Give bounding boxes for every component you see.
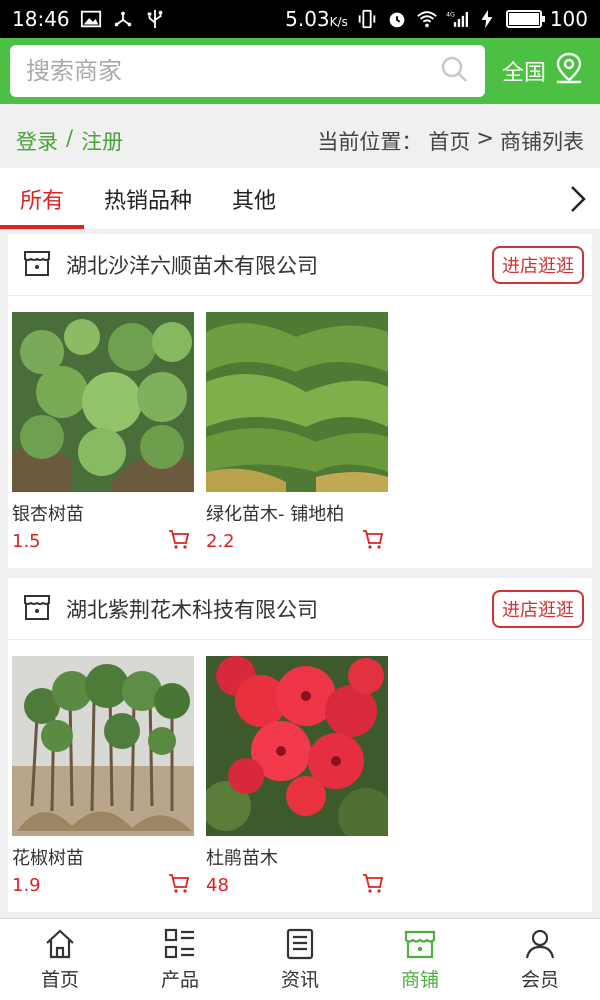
product-grid: 花椒树苗 1.9 杜鹃苗木 48 [8, 640, 592, 912]
breadcrumb-row: 登录 / 注册 当前位置： 首页 > 商铺列表 [0, 114, 600, 168]
product-image-ginkgo[interactable] [12, 312, 194, 492]
nav-products-label: 产品 [160, 969, 199, 991]
status-bar: 18:46 5.03K/s 4G 100 [0, 0, 600, 38]
nav-shops[interactable]: 商铺 [360, 919, 480, 1000]
search-header: 全国 [0, 38, 600, 104]
auth-links: 登录 / 注册 [16, 126, 123, 156]
list-icon [164, 928, 194, 959]
share-network-icon [112, 8, 134, 30]
breadcrumb: 当前位置： 首页 > 商铺列表 [317, 126, 584, 156]
nav-shops-label: 商铺 [400, 969, 439, 991]
product-price: 1.5 [12, 530, 41, 552]
shop-name[interactable]: 湖北紫荆花木科技有限公司 [66, 594, 318, 624]
battery-icon [505, 10, 545, 28]
nav-member-label: 会员 [520, 969, 559, 991]
enter-shop-button[interactable]: 进店逛逛 [492, 245, 584, 284]
cart-icon[interactable] [168, 872, 190, 898]
product-card[interactable]: 花椒树苗 1.9 [12, 656, 194, 898]
signal-icon: 4G [446, 8, 468, 30]
cart-icon[interactable] [362, 528, 384, 554]
search-icon[interactable] [439, 54, 469, 88]
enter-shop-button[interactable]: 进店逛逛 [492, 589, 584, 628]
breadcrumb-arrow: > [476, 126, 494, 150]
product-name: 绿化苗木- 铺地柏 [206, 504, 345, 525]
nav-products[interactable]: 产品 [120, 919, 240, 1000]
breadcrumb-home[interactable]: 首页 [428, 126, 470, 156]
product-card[interactable]: 绿化苗木- 铺地柏 2.2 [206, 312, 388, 554]
nav-news[interactable]: 资讯 [240, 919, 360, 1000]
nav-home-label: 首页 [40, 969, 79, 991]
store-icon [22, 592, 52, 626]
network-speed: 5.03K/s [285, 7, 348, 31]
vibrate-icon [356, 8, 378, 30]
tabs-next-button[interactable] [556, 168, 600, 229]
shop-list: 湖北沙洋六顺苗木有限公司 进店逛逛 银杏树苗 1.5 绿化苗木- 铺地柏 2.2… [8, 234, 592, 922]
breadcrumb-current: 商铺列表 [500, 130, 584, 154]
product-image-juniper[interactable] [206, 312, 388, 492]
search-box[interactable] [10, 45, 485, 97]
location-pin-icon [554, 52, 584, 90]
shop-name[interactable]: 湖北沙洋六顺苗木有限公司 [66, 250, 318, 280]
region-label: 全国 [501, 61, 546, 86]
tab-all[interactable]: 所有 [0, 168, 85, 229]
shop-card: 湖北紫荆花木科技有限公司 进店逛逛 花椒树苗 1.9 杜鹃苗木 48 [8, 578, 592, 912]
nav-news-label: 资讯 [280, 969, 319, 991]
breadcrumb-prefix: 当前位置： [317, 130, 423, 154]
product-image-azalea[interactable] [206, 656, 388, 836]
product-price: 48 [206, 874, 229, 896]
image-icon [80, 8, 102, 30]
shop-header: 湖北紫荆花木科技有限公司 进店逛逛 [8, 578, 592, 640]
register-link[interactable]: 注册 [81, 126, 123, 156]
tab-other[interactable]: 其他 [212, 168, 296, 229]
wifi-icon [416, 8, 438, 30]
product-grid: 银杏树苗 1.5 绿化苗木- 铺地柏 2.2 [8, 296, 592, 568]
product-name: 杜鹃苗木 [206, 848, 278, 869]
user-icon [525, 929, 555, 959]
shop-header: 湖北沙洋六顺苗木有限公司 进店逛逛 [8, 234, 592, 296]
alarm-icon [386, 8, 408, 30]
nav-home[interactable]: 首页 [0, 919, 120, 1000]
auth-separator: / [66, 126, 74, 150]
home-icon [46, 929, 74, 959]
chevron-right-icon [571, 185, 586, 212]
login-link[interactable]: 登录 [16, 126, 58, 156]
product-image-sichuan-pepper[interactable] [12, 656, 194, 836]
product-name: 花椒树苗 [12, 848, 84, 869]
product-card[interactable]: 银杏树苗 1.5 [12, 312, 194, 554]
cart-icon[interactable] [362, 872, 384, 898]
cart-icon[interactable] [168, 528, 190, 554]
product-name: 银杏树苗 [12, 504, 84, 525]
battery-level: 100 [549, 7, 588, 31]
shop-card: 湖北沙洋六顺苗木有限公司 进店逛逛 银杏树苗 1.5 绿化苗木- 铺地柏 2.2 [8, 234, 592, 568]
bottom-navigation: 首页 产品 资讯 商铺 会员 [0, 918, 600, 1000]
product-card[interactable]: 杜鹃苗木 48 [206, 656, 388, 898]
charging-icon [476, 8, 498, 30]
category-tabs: 所有 热销品种 其他 [0, 168, 600, 230]
store-icon [22, 248, 52, 282]
tab-hot-varieties[interactable]: 热销品种 [84, 168, 212, 229]
region-selector[interactable]: 全国 [502, 52, 590, 90]
news-icon [286, 928, 314, 960]
svg-text:4G: 4G [446, 12, 455, 19]
store-icon [404, 930, 436, 959]
nav-member[interactable]: 会员 [480, 919, 600, 1000]
status-time: 18:46 [12, 7, 70, 31]
search-input[interactable] [26, 57, 439, 85]
product-price: 2.2 [206, 530, 235, 552]
product-price: 1.9 [12, 874, 41, 896]
usb-icon [144, 8, 166, 30]
